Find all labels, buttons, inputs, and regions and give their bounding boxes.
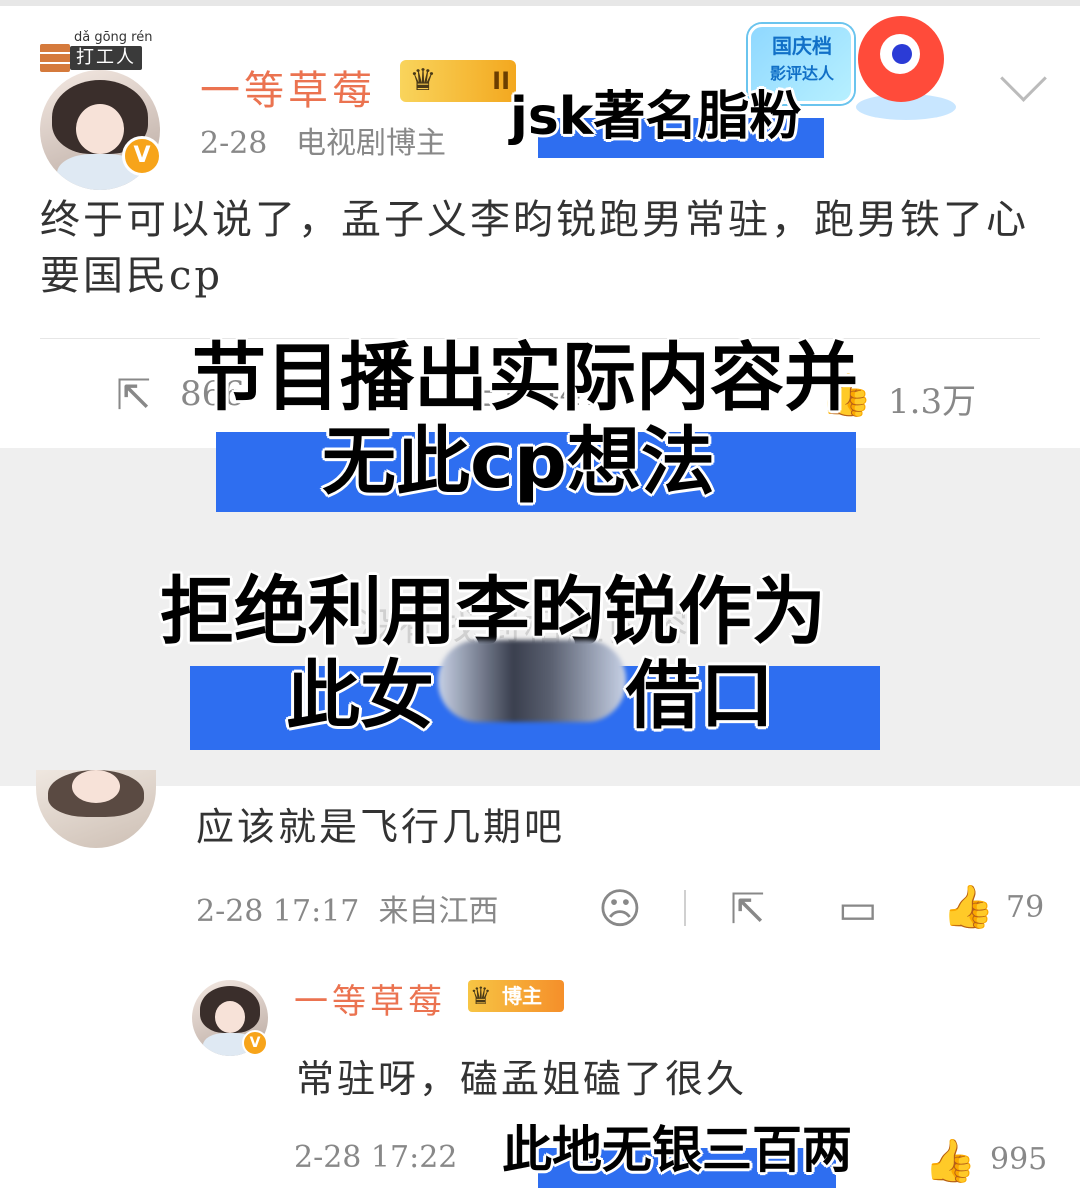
- level-text: II: [492, 67, 510, 95]
- badge-text: 打工人: [70, 46, 142, 70]
- blogger-label: 博主: [502, 984, 542, 1008]
- post-meta: 2-28 电视剧博主: [200, 118, 446, 162]
- like-count: 1.3万: [888, 382, 977, 422]
- like-icon[interactable]: 👍: [942, 882, 994, 932]
- blurred-region: [438, 640, 626, 722]
- promo-line1: 国庆档: [772, 34, 832, 58]
- share-icon[interactable]: ⇱: [730, 884, 765, 933]
- post-date: 2-28: [200, 126, 268, 161]
- comment-meta: 2-28 17:17 来自江西: [196, 886, 498, 930]
- verified-icon: V: [122, 136, 162, 176]
- commenter-avatar[interactable]: [36, 770, 156, 848]
- overlay-top-label: jsk著名脂粉: [510, 87, 802, 147]
- overlay-line2: 无此cp想法: [322, 419, 715, 505]
- reply-text: 常驻呀，磕孟姐磕了很久: [296, 1057, 748, 1101]
- overlay-bottom-label: 此地无银三百两: [502, 1121, 852, 1179]
- crown-icon: ♛: [409, 63, 437, 98]
- top-strip: [0, 0, 1080, 6]
- reply-like-count: 995: [990, 1142, 1048, 1177]
- repost-icon[interactable]: ⇱: [116, 370, 151, 419]
- post-text: 终于可以说了，孟子义李昀锐跑男常驻，跑男铁了心要国民cp: [40, 197, 1029, 299]
- comment-text: 应该就是飞行几期吧: [196, 805, 566, 849]
- badge-pinyin: dǎ gōng rén: [74, 30, 153, 45]
- reply-date: 2-28 17:22: [294, 1140, 458, 1175]
- crown-icon: ♛: [470, 982, 492, 1010]
- reply-username[interactable]: 一等草莓: [294, 974, 446, 1023]
- overlay-line4-a: 此女: [286, 653, 434, 739]
- user-title: 电视剧博主: [296, 126, 447, 161]
- username[interactable]: 一等草莓: [200, 58, 376, 116]
- blogger-badge: ♛ 博主: [468, 980, 564, 1012]
- worker-badge: dǎ gōng rén 打工人: [40, 30, 152, 72]
- comment-location: 来自江西: [378, 894, 499, 929]
- brick-icon: [40, 44, 70, 72]
- level-badge[interactable]: ♛ II: [400, 60, 516, 102]
- comment-icon[interactable]: ▭: [838, 884, 878, 933]
- chevron-down-icon[interactable]: [1000, 55, 1047, 102]
- comment-like-count: 79: [1006, 890, 1045, 925]
- overlay-line4-b: 借口: [626, 653, 774, 739]
- verified-icon: V: [242, 1030, 268, 1056]
- separator: [684, 890, 686, 926]
- like-icon[interactable]: 👍: [924, 1136, 976, 1186]
- comment-date: 2-28 17:17: [196, 894, 360, 929]
- sad-emoji-icon[interactable]: ☹: [598, 884, 642, 933]
